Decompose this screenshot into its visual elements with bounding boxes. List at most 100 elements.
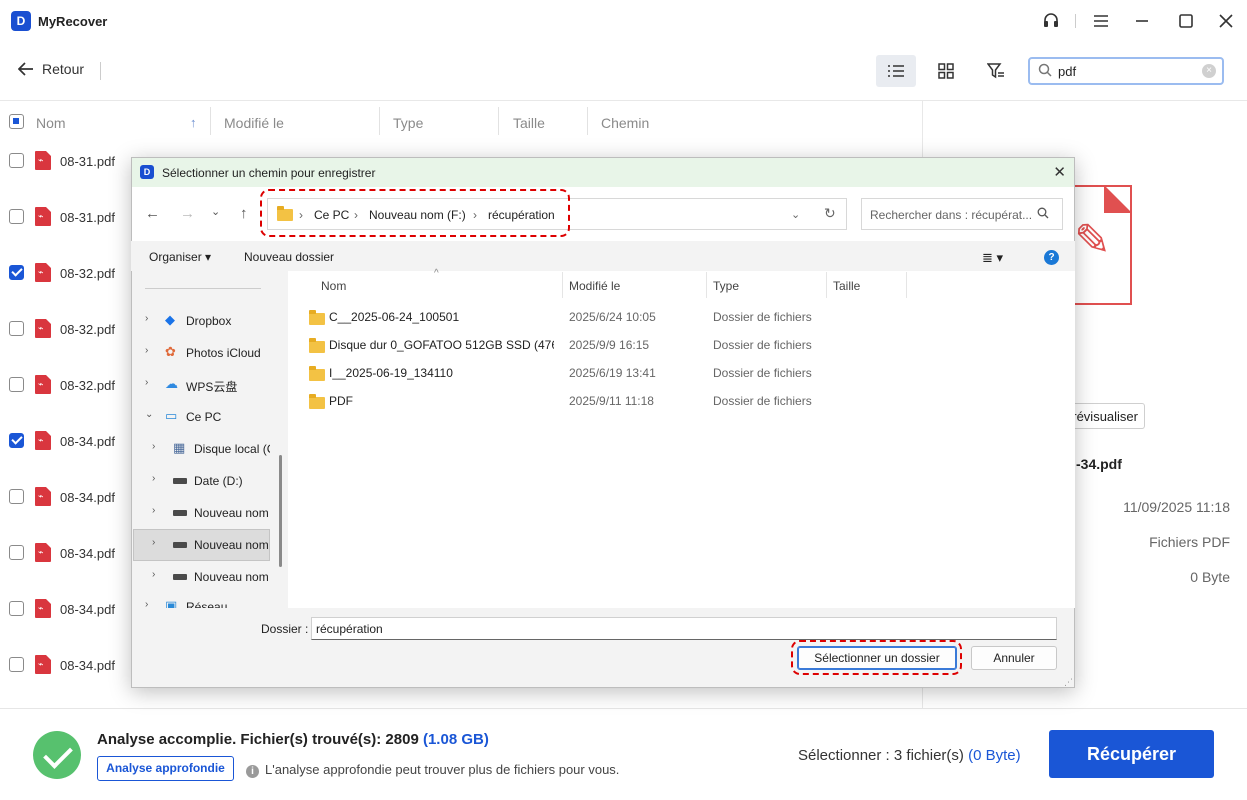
pdf-file-icon: ⌁ [35, 263, 51, 282]
nav-history-icon[interactable]: ⌄ [211, 205, 220, 218]
folder-row-name[interactable]: I__2025-06-19_134110 [329, 366, 554, 380]
nav-up-icon[interactable]: ↑ [240, 205, 248, 222]
nav-item-label[interactable]: Dropbox [186, 314, 270, 328]
expand-chevron-icon[interactable]: › [152, 537, 155, 548]
minimize-icon[interactable] [1124, 0, 1160, 42]
dialog-title-bar: D Sélectionner un chemin pour enregistre… [132, 158, 1074, 187]
file-row-checkbox[interactable] [9, 601, 24, 616]
dialog-close-icon[interactable]: ✕ [1053, 163, 1066, 181]
scan-size: (1.08 GB) [422, 731, 489, 748]
column-header-path[interactable]: Chemin [601, 115, 649, 131]
clear-search-icon[interactable]: × [1202, 64, 1216, 78]
sort-ascending-icon[interactable]: ↑ [190, 115, 197, 130]
column-divider [587, 107, 588, 135]
file-row-name[interactable]: 08-34.pdf [60, 490, 115, 505]
expand-chevron-icon[interactable]: › [152, 441, 155, 452]
headset-support-icon[interactable] [1033, 0, 1069, 42]
view-options-icon[interactable]: ≣ ▾ [982, 250, 1003, 266]
annotation-highlight-select-button [791, 640, 962, 675]
search-input[interactable]: pdf × [1028, 57, 1224, 85]
nav-item-label[interactable]: Réseau [186, 600, 270, 608]
expand-chevron-icon[interactable]: › [152, 505, 155, 516]
collapse-chevron-icon[interactable]: ⌄ [145, 409, 153, 420]
wps-cloud-icon: ☁ [165, 376, 178, 391]
dialog-search-input[interactable]: Rechercher dans : récupérat... [861, 198, 1063, 230]
nav-scrollbar[interactable] [279, 455, 282, 567]
expand-chevron-icon[interactable]: › [152, 473, 155, 484]
menu-icon[interactable] [1083, 0, 1119, 42]
recover-button[interactable]: Récupérer [1049, 730, 1214, 778]
address-dropdown-icon[interactable]: ⌄ [791, 208, 800, 221]
cancel-button[interactable]: Annuler [971, 646, 1057, 670]
folder-row-name[interactable]: Disque dur 0_GOFATOO 512GB SSD (476 ... [329, 338, 554, 352]
file-row-checkbox[interactable] [9, 209, 24, 224]
dialog-column-size[interactable]: Taille [833, 279, 860, 293]
file-row-name[interactable]: 08-31.pdf [60, 210, 115, 225]
nav-item-label[interactable]: Disque local (C [194, 442, 270, 456]
back-button[interactable]: Retour [18, 61, 84, 77]
filter-button[interactable] [976, 55, 1016, 87]
expand-chevron-icon[interactable]: › [145, 345, 148, 356]
select-all-checkbox[interactable] [9, 114, 24, 129]
maximize-icon[interactable] [1168, 0, 1204, 42]
search-value: pdf [1058, 64, 1077, 79]
nav-forward-icon[interactable]: → [180, 205, 195, 222]
file-row-checkbox[interactable] [9, 321, 24, 336]
nav-item-label[interactable]: Date (D:) [194, 474, 270, 488]
column-header-type[interactable]: Type [393, 115, 423, 131]
grid-view-button[interactable] [926, 55, 966, 87]
nav-item-label[interactable]: Ce PC [186, 410, 270, 424]
file-row-name[interactable]: 08-32.pdf [60, 322, 115, 337]
dialog-column-type[interactable]: Type [713, 279, 739, 293]
organize-button[interactable]: Organiser ▾ [149, 250, 211, 264]
close-icon[interactable] [1208, 0, 1244, 42]
dialog-column-modified[interactable]: Modifié le [569, 279, 620, 293]
icloud-photos-icon: ✿ [165, 344, 176, 359]
pdf-file-icon: ⌁ [35, 543, 51, 562]
deep-scan-button[interactable]: Analyse approfondie [97, 756, 234, 781]
file-row-name[interactable]: 08-34.pdf [60, 434, 115, 449]
file-row-name[interactable]: 08-34.pdf [60, 658, 115, 673]
file-row-name[interactable]: 08-34.pdf [60, 546, 115, 561]
folder-row-modified: 2025/9/9 16:15 [569, 338, 650, 352]
file-row-checkbox[interactable] [9, 153, 24, 168]
folder-row-name[interactable]: C__2025-06-24_100501 [329, 310, 554, 324]
new-folder-button[interactable]: Nouveau dossier [244, 250, 334, 264]
file-row-name[interactable]: 08-32.pdf [60, 266, 115, 281]
dropbox-icon: ◆ [165, 312, 175, 327]
drive-icon [173, 542, 187, 548]
nav-item-label[interactable]: Nouveau nom [194, 538, 270, 552]
column-header-size[interactable]: Taille [513, 115, 545, 131]
column-header-modified[interactable]: Modifié le [224, 115, 284, 131]
folder-row-modified: 2025/9/11 11:18 [569, 394, 654, 408]
nav-item-label[interactable]: Photos iCloud [186, 346, 270, 360]
file-row-name[interactable]: 08-32.pdf [60, 378, 115, 393]
file-row-name[interactable]: 08-34.pdf [60, 602, 115, 617]
file-row-checkbox[interactable] [9, 265, 24, 280]
sort-indicator-icon: ^ [434, 268, 439, 279]
pdf-file-icon: ⌁ [35, 319, 51, 338]
nav-back-icon[interactable]: ← [145, 205, 160, 222]
expand-chevron-icon[interactable]: › [152, 569, 155, 580]
expand-chevron-icon[interactable]: › [145, 377, 148, 388]
file-row-checkbox[interactable] [9, 489, 24, 504]
folder-input[interactable]: récupération [311, 617, 1057, 640]
nav-item-label[interactable]: Nouveau nom [194, 506, 270, 520]
file-row-checkbox[interactable] [9, 545, 24, 560]
folder-row-name[interactable]: PDF [329, 394, 554, 408]
expand-chevron-icon[interactable]: › [145, 313, 148, 324]
nav-item-label[interactable]: Nouveau nom [194, 570, 270, 584]
filter-icon [987, 63, 1004, 79]
column-header-name[interactable]: Nom [36, 115, 66, 131]
resize-grip-icon[interactable]: ⋰ [1064, 677, 1073, 688]
file-row-checkbox[interactable] [9, 377, 24, 392]
file-row-checkbox[interactable] [9, 657, 24, 672]
file-row-checkbox[interactable] [9, 433, 24, 448]
refresh-icon[interactable]: ↻ [824, 205, 836, 222]
list-view-button[interactable] [876, 55, 916, 87]
file-row-name[interactable]: 08-31.pdf [60, 154, 115, 169]
dialog-column-name[interactable]: Nom [321, 279, 346, 293]
nav-item-label[interactable]: WPS云盘 [186, 378, 270, 395]
back-label: Retour [42, 61, 85, 77]
help-icon[interactable]: ? [1044, 250, 1059, 265]
